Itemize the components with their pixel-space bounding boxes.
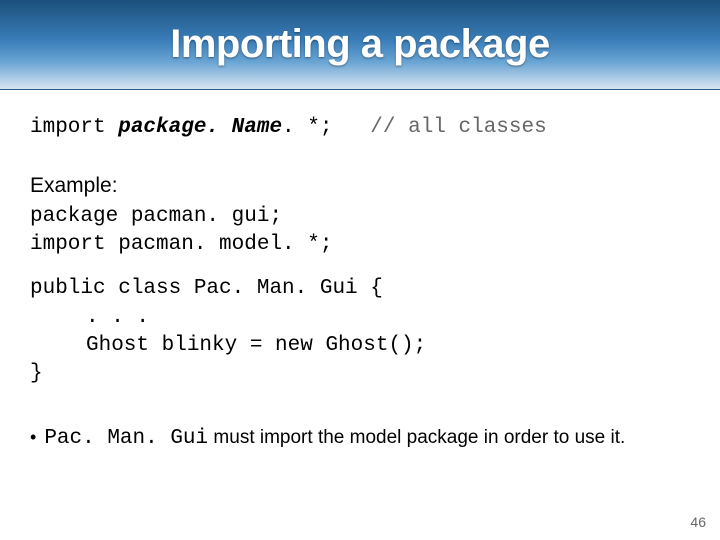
code-line-2: import pacman. model. *; (30, 231, 690, 259)
title-band: Importing a package (0, 0, 720, 90)
note-text: Pac. Man. Gui must import the model pack… (44, 425, 625, 453)
slide: Importing a package import package. Name… (0, 0, 720, 540)
syntax-line: import package. Name. *; // all classes (30, 114, 690, 142)
code-line-1: package pacman. gui; (30, 203, 690, 231)
slide-title: Importing a package (170, 22, 549, 67)
bullet-icon: • (30, 425, 36, 449)
note-rest: must import the model package in order t… (208, 427, 625, 448)
import-keyword: import (30, 116, 118, 139)
example-label: Example: (30, 172, 690, 200)
note-line: • Pac. Man. Gui must import the model pa… (30, 425, 690, 453)
package-name-param: package. Name (118, 116, 282, 139)
code-example-class: public class Pac. Man. Gui { . . . Ghost… (30, 275, 690, 388)
wildcard-suffix: . *; (282, 116, 332, 139)
code-line-5: Ghost blinky = new Ghost(); (30, 332, 690, 360)
spacer (332, 116, 370, 139)
slide-content: import package. Name. *; // all classes … (0, 90, 720, 453)
code-example-header: package pacman. gui; import pacman. mode… (30, 203, 690, 260)
note-code-ref: Pac. Man. Gui (44, 427, 208, 450)
code-line-4: . . . (30, 304, 690, 332)
code-line-3: public class Pac. Man. Gui { (30, 275, 690, 303)
slide-number: 46 (690, 514, 706, 530)
syntax-comment: // all classes (370, 116, 546, 139)
code-line-6: } (30, 360, 690, 388)
